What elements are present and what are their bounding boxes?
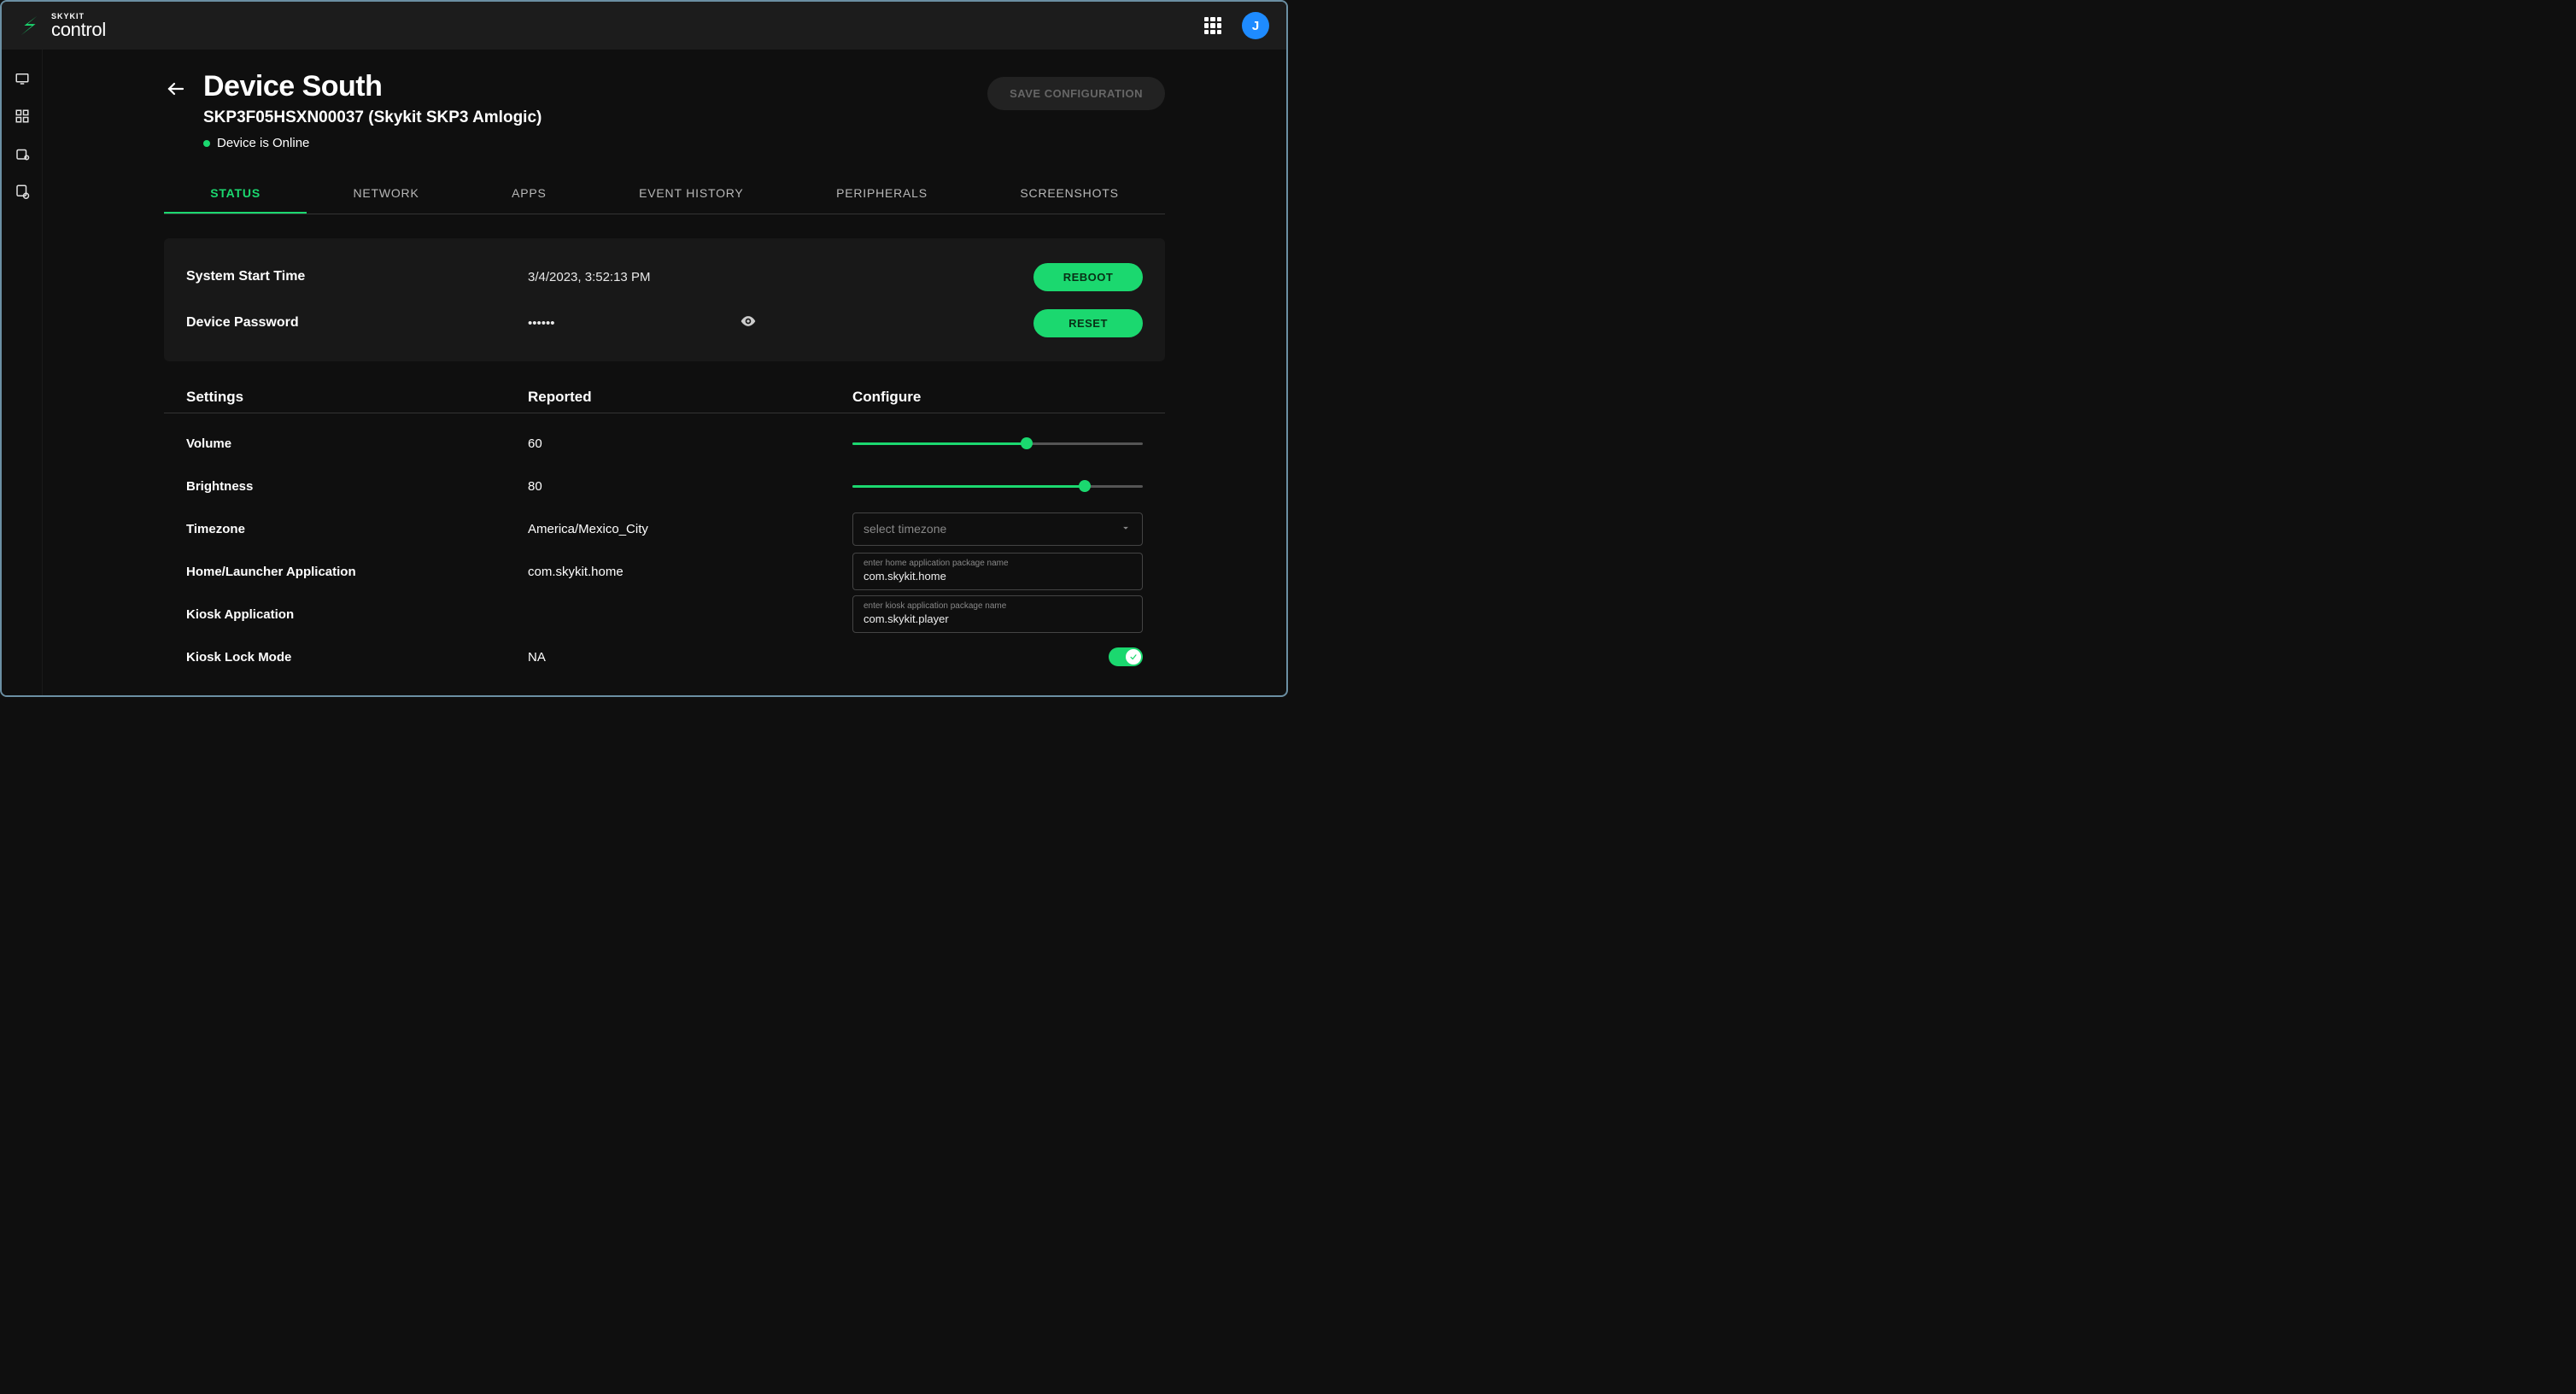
home-app-input[interactable]: enter home application package name (852, 553, 1143, 590)
topbar: SKYKIT control J (2, 2, 1286, 50)
status-panel: System Start Time 3/4/2023, 3:52:13 PM R… (164, 238, 1165, 361)
tabs: STATUS NETWORK APPS EVENT HISTORY PERIPH… (164, 174, 1165, 214)
timezone-select[interactable]: select timezone (852, 512, 1143, 546)
row-kiosk-lock: Kiosk Lock Mode NA (186, 636, 1143, 678)
settings-col-header: Settings (186, 389, 528, 406)
grid-icon[interactable] (14, 108, 31, 125)
back-arrow-icon[interactable] (164, 77, 188, 101)
device-status-text: Device is Online (217, 136, 309, 150)
home-app-reported: com.skykit.home (528, 565, 852, 579)
reboot-button[interactable]: REBOOT (1033, 263, 1143, 291)
volume-reported: 60 (528, 436, 852, 451)
main-content: Device South SKP3F05HSXN00037 (Skykit SK… (43, 50, 1286, 695)
reveal-password-icon[interactable] (740, 313, 757, 333)
status-dot-icon (203, 140, 210, 147)
tab-peripherals[interactable]: PERIPHERALS (790, 174, 974, 214)
volume-slider[interactable] (852, 435, 1143, 452)
row-timezone: Timezone America/Mexico_City select time… (186, 507, 1143, 550)
home-app-hint: enter home application package name (864, 559, 1132, 568)
apps-grid-icon[interactable] (1204, 17, 1221, 34)
tab-event-history[interactable]: EVENT HISTORY (593, 174, 790, 214)
timezone-reported: America/Mexico_City (528, 522, 852, 536)
password-masked: •••••• (528, 316, 555, 331)
save-configuration-button[interactable]: SAVE CONFIGURATION (987, 77, 1165, 110)
page-title: Device South (203, 70, 972, 103)
settings-header-row: Settings Reported Configure (164, 373, 1165, 413)
row-brightness: Brightness 80 (186, 465, 1143, 507)
reset-button[interactable]: RESET (1033, 309, 1143, 337)
timezone-label: Timezone (186, 522, 528, 536)
kiosk-lock-toggle[interactable] (1109, 647, 1143, 666)
home-app-field[interactable] (864, 570, 1132, 583)
kiosk-app-input[interactable]: enter kiosk application package name (852, 595, 1143, 633)
home-app-label: Home/Launcher Application (186, 565, 528, 579)
brand-product: control (51, 20, 106, 39)
kiosk-lock-label: Kiosk Lock Mode (186, 650, 528, 665)
timezone-placeholder: select timezone (864, 522, 946, 536)
brightness-slider[interactable] (852, 477, 1143, 495)
user-avatar[interactable]: J (1242, 12, 1269, 39)
logo[interactable]: SKYKIT control (15, 12, 106, 39)
tab-screenshots[interactable]: SCREENSHOTS (974, 174, 1165, 214)
row-volume: Volume 60 (186, 422, 1143, 465)
tab-status[interactable]: STATUS (164, 174, 307, 214)
user-initial: J (1252, 19, 1259, 33)
kiosk-app-label: Kiosk Application (186, 607, 528, 622)
brightness-label: Brightness (186, 479, 528, 494)
kiosk-app-field[interactable] (864, 612, 1132, 625)
tab-apps[interactable]: APPS (465, 174, 593, 214)
tab-network[interactable]: NETWORK (307, 174, 465, 214)
system-start-label: System Start Time (186, 269, 528, 284)
chevron-down-icon (1120, 522, 1132, 536)
logo-icon (15, 12, 43, 39)
screen-icon[interactable] (14, 70, 31, 87)
configure-col-header: Configure (852, 389, 1143, 406)
row-kiosk-app: Kiosk Application enter kiosk applicatio… (186, 593, 1143, 636)
package-icon[interactable] (14, 145, 31, 162)
row-home-app: Home/Launcher Application com.skykit.hom… (186, 550, 1143, 593)
reported-col-header: Reported (528, 389, 852, 406)
toggle-knob (1126, 649, 1141, 665)
kiosk-app-hint: enter kiosk application package name (864, 601, 1132, 611)
device-password-label: Device Password (186, 315, 528, 331)
brightness-reported: 80 (528, 479, 852, 494)
system-start-value: 3/4/2023, 3:52:13 PM (528, 270, 1006, 284)
volume-label: Volume (186, 436, 528, 451)
device-serial: SKP3F05HSXN00037 (Skykit SKP3 Amlogic) (203, 108, 972, 127)
kiosk-lock-reported: NA (528, 650, 852, 665)
policy-icon[interactable] (14, 183, 31, 200)
left-rail (2, 50, 43, 695)
